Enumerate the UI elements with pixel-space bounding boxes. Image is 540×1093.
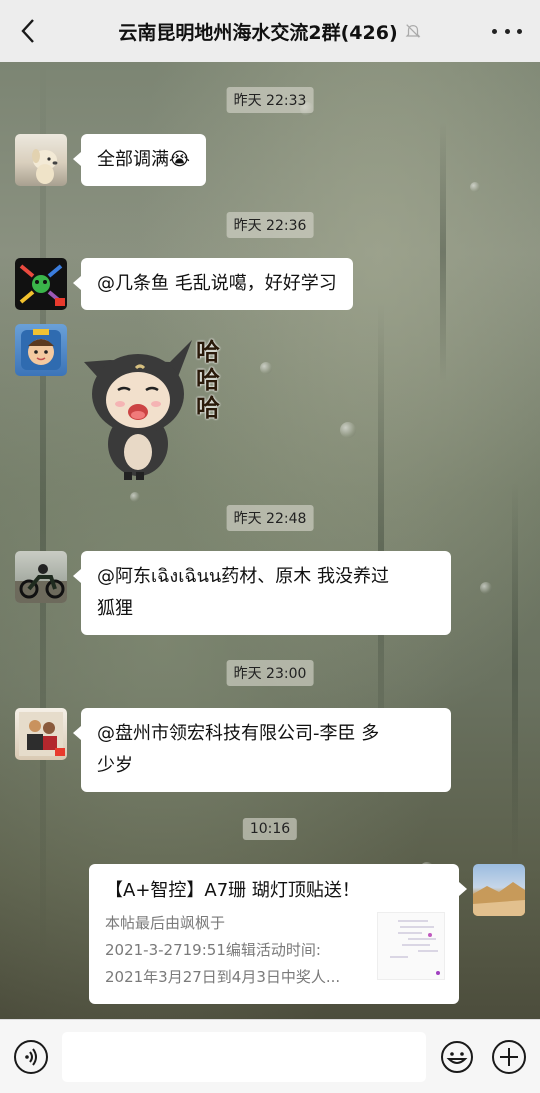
message-text-line: 少岁 <box>97 755 133 776</box>
timestamp: 昨天 22:36 <box>226 212 314 238</box>
message-text-line: @阿东เฉิงเฉินน药材、原木 我没养过 <box>97 566 389 587</box>
chat-area[interactable]: 昨天 22:33 全部调满😭 昨天 22:36 @几条鱼 毛乱说噶，好好学习 哈… <box>0 62 540 1019</box>
motorcycle-avatar[interactable] <box>15 551 67 603</box>
chat-title-area: 云南昆明地州海水交流2群(426) <box>60 0 480 62</box>
message-text: @几条鱼 毛乱说噶，好好学习 <box>97 273 337 294</box>
chat-title: 云南昆明地州海水交流2群(426) <box>118 21 398 44</box>
message-text-line: 狐狸 <box>97 598 133 619</box>
voice-input-icon[interactable] <box>14 1040 48 1074</box>
message-bubble[interactable]: 全部调满😭 <box>72 134 207 186</box>
message-input[interactable] <box>62 1032 426 1082</box>
card-thumbnail <box>377 912 445 980</box>
sticker-text: 哈哈哈 <box>196 338 220 422</box>
card-title: 【A+智控】A7珊 瑚灯顶贴送！ <box>105 880 360 901</box>
link-card[interactable]: 【A+智控】A7珊 瑚灯顶贴送！ 本帖最后由飒枫于 2021-3-2719:51… <box>89 864 467 1004</box>
landscape-avatar[interactable] <box>473 864 525 916</box>
timestamp: 10:16 <box>242 818 298 840</box>
message-bubble[interactable]: @阿东เฉิงเฉินน药材、原木 我没养过 狐狸 <box>73 551 451 635</box>
input-bar <box>0 1019 540 1093</box>
emoji-icon[interactable] <box>440 1040 474 1074</box>
plus-circle-icon[interactable] <box>492 1040 526 1074</box>
more-dots-icon[interactable] <box>492 20 522 42</box>
message-text: 全部调满😭 <box>97 149 191 170</box>
timestamp: 昨天 22:48 <box>226 505 314 531</box>
laughing-cat-sticker[interactable]: 哈哈哈 <box>80 332 240 482</box>
hands-avatar[interactable] <box>15 258 67 310</box>
chat-header: 云南昆明地州海水交流2群(426) <box>0 0 540 62</box>
timestamp: 昨天 23:00 <box>226 660 314 686</box>
group-photo-avatar[interactable] <box>15 708 67 760</box>
chevron-left-icon[interactable] <box>14 17 42 45</box>
message-bubble[interactable]: @几条鱼 毛乱说噶，好好学习 <box>73 258 353 310</box>
message-text-line: @盘州市领宏科技有限公司-李臣 多 <box>97 723 380 744</box>
dog-avatar[interactable] <box>15 134 67 186</box>
bell-muted-icon <box>405 24 420 38</box>
card-description: 本帖最后由飒枫于 2021-3-2719:51编辑活动时间: 2021年3月27… <box>105 914 341 986</box>
timestamp: 昨天 22:33 <box>226 87 314 113</box>
child-avatar[interactable] <box>15 324 67 376</box>
message-bubble[interactable]: @盘州市领宏科技有限公司-李臣 多 少岁 <box>73 708 451 792</box>
